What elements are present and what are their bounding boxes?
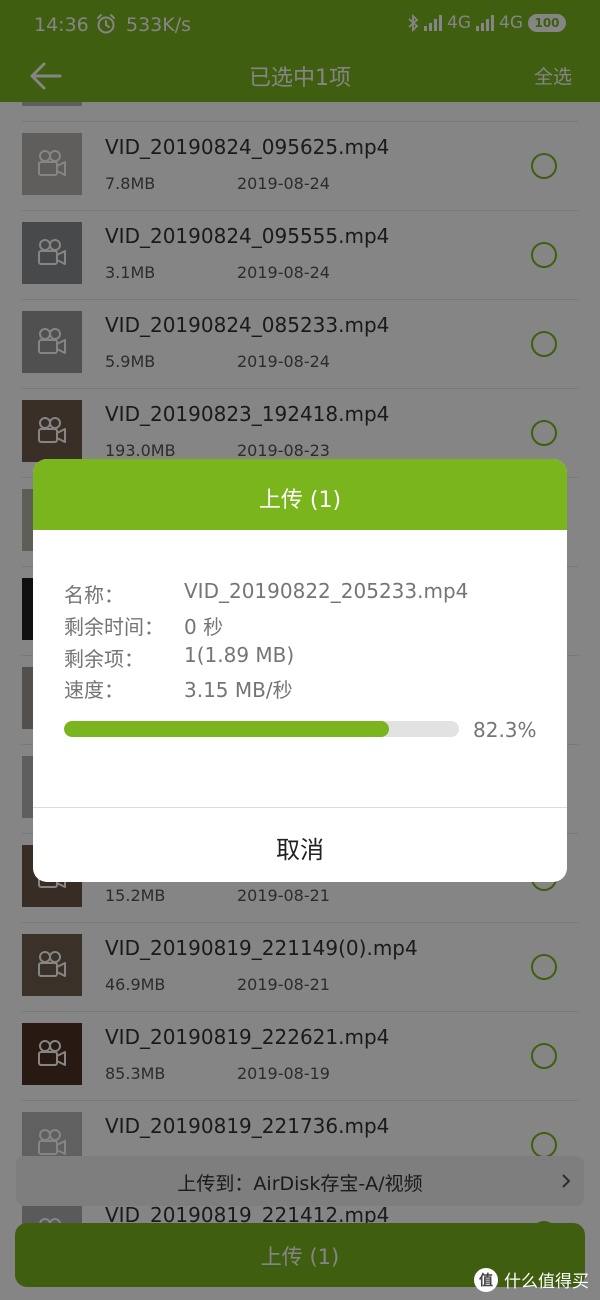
- items-remaining-value: 1(1.89 MB): [184, 643, 295, 667]
- speed-value: 3.15 MB/秒: [184, 678, 293, 702]
- upload-progress-bar: [64, 721, 459, 737]
- watermark-text: 什么值得买: [504, 1272, 589, 1292]
- upload-progress-dialog: 上传 (1) 名称： VID_20190822_205233.mp4 剩余时间：…: [33, 459, 567, 882]
- time-remaining-label: 剩余时间：: [64, 615, 164, 639]
- speed-label: 速度：: [64, 678, 124, 702]
- name-value: VID_20190822_205233.mp4: [184, 579, 469, 603]
- items-remaining-label: 剩余项：: [64, 647, 144, 671]
- name-label: 名称：: [64, 583, 124, 607]
- time-remaining-value: 0 秒: [184, 615, 224, 639]
- upload-progress-fill: [64, 721, 390, 737]
- cancel-button[interactable]: 取消: [33, 808, 567, 882]
- upload-progress-percent: 82.3%: [473, 718, 537, 742]
- watermark-logo: 值: [474, 1267, 498, 1292]
- dialog-title: 上传 (1): [258, 488, 342, 513]
- cancel-button-label: 取消: [276, 836, 324, 864]
- watermark: 值 什么值得买: [474, 1267, 589, 1292]
- dialog-header: 上传 (1): [33, 459, 567, 530]
